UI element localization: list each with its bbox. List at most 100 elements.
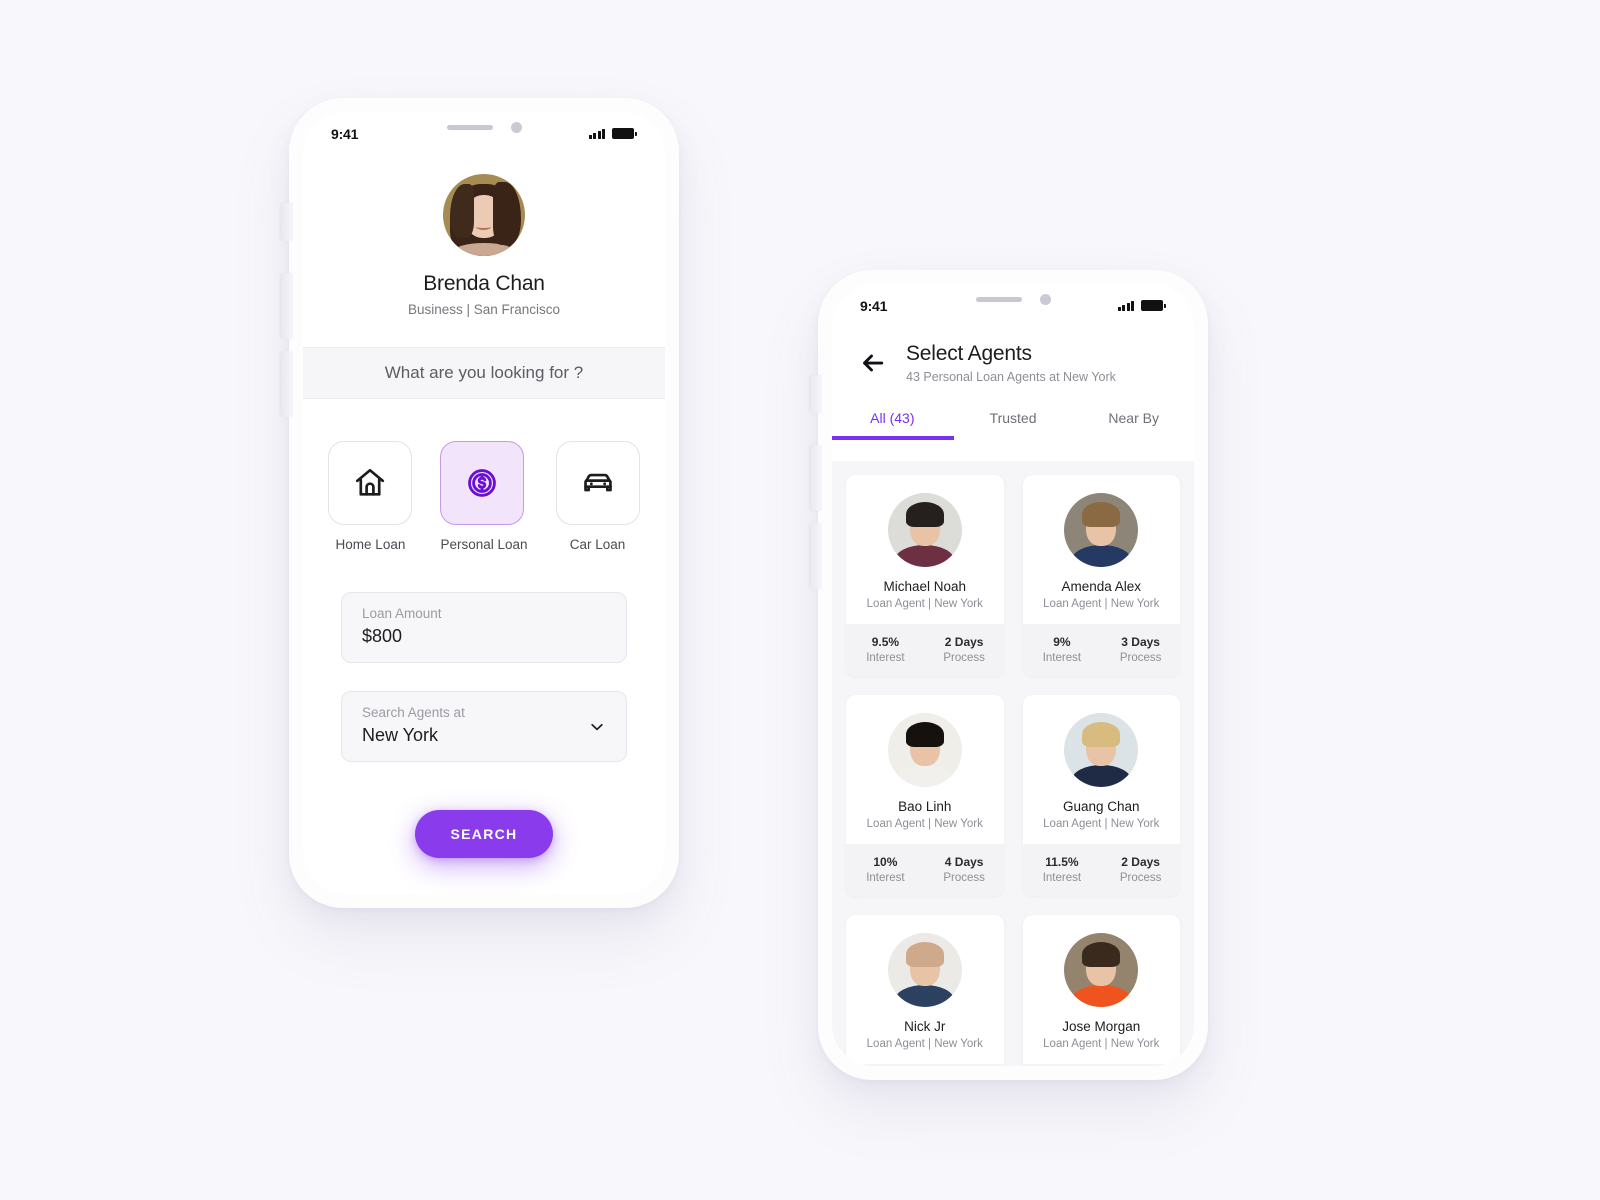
loan-type-label: Personal Loan bbox=[440, 537, 528, 552]
interest-value: 9.5% bbox=[871, 635, 900, 649]
agent-photo bbox=[887, 493, 962, 567]
agent-role: Loan Agent | New York bbox=[1043, 1038, 1160, 1050]
agent-card-body: Nick Jr Loan Agent | New York bbox=[846, 915, 1004, 1064]
agent-interest-stat: 10% Interest bbox=[846, 855, 925, 884]
agent-card[interactable]: Nick Jr Loan Agent | New York Interest P… bbox=[846, 915, 1004, 1066]
interest-value: 11.5% bbox=[1045, 855, 1079, 869]
agent-interest-stat: 11.5% Interest bbox=[1023, 855, 1102, 884]
phone-mockup-agents: 9:41 Select Agents 43 Personal Loan Agen… bbox=[810, 270, 1208, 1080]
agent-card-body: Jose Morgan Loan Agent | New York bbox=[1023, 915, 1181, 1064]
agent-name: Nick Jr bbox=[904, 1019, 946, 1034]
page-title: Select Agents bbox=[906, 342, 1032, 365]
avatar bbox=[443, 174, 525, 256]
interest-label: Interest bbox=[866, 652, 905, 664]
phone-notch bbox=[386, 112, 582, 143]
agent-role: Loan Agent | New York bbox=[866, 1038, 983, 1050]
home-icon bbox=[356, 468, 385, 496]
process-value: 2 Days bbox=[944, 635, 984, 649]
agent-card-body: Michael Noah Loan Agent | New York bbox=[846, 475, 1004, 624]
phone-mockup-search: 9:41 Brenda Chan Business | San Francisc… bbox=[281, 98, 679, 908]
search-location-field[interactable]: Search Agents at New York bbox=[341, 691, 627, 762]
agent-photo bbox=[887, 713, 962, 787]
search-location-label: Search Agents at bbox=[362, 705, 465, 720]
agent-card-body: Bao Linh Loan Agent | New York bbox=[846, 695, 1004, 844]
header-text-block: Select Agents 43 Personal Loan Agents at… bbox=[906, 342, 1116, 384]
agent-card[interactable]: Michael Noah Loan Agent | New York 9.5% … bbox=[846, 475, 1004, 676]
agent-card[interactable]: Amenda Alex Loan Agent | New York 9% Int… bbox=[1022, 475, 1181, 676]
process-label: Process bbox=[943, 872, 985, 884]
phone-screen-bezel: 9:41 Select Agents 43 Personal Loan Agen… bbox=[832, 284, 1194, 1066]
agent-role: Loan Agent | New York bbox=[866, 598, 983, 610]
interest-label: Interest bbox=[1042, 652, 1082, 664]
phone-side-button-volume-down[interactable] bbox=[281, 351, 293, 417]
loan-amount-value[interactable]: $800 bbox=[362, 626, 606, 647]
agent-card[interactable]: Jose Morgan Loan Agent | New York Intere… bbox=[1022, 915, 1181, 1066]
search-location-value[interactable]: New York bbox=[362, 725, 606, 746]
home-loan-tile[interactable] bbox=[328, 441, 413, 525]
process-label: Process bbox=[1119, 652, 1162, 664]
phone-side-button-volume-up[interactable] bbox=[281, 273, 293, 339]
agent-grid: Michael Noah Loan Agent | New York 9.5% … bbox=[846, 475, 1180, 1066]
agent-stats: 10% Interest 4 Days Process bbox=[846, 844, 1004, 896]
agent-role: Loan Agent | New York bbox=[1043, 598, 1160, 610]
front-camera-icon bbox=[1039, 294, 1051, 305]
agent-stats: Interest Process bbox=[846, 1064, 1004, 1066]
search-prompt-bar[interactable]: What are you looking for ? bbox=[303, 347, 665, 399]
loan-type-personal[interactable]: Personal Loan bbox=[440, 441, 528, 552]
loan-type-label: Car Loan bbox=[569, 537, 626, 552]
interest-value: 10% bbox=[873, 855, 898, 869]
agent-card-body: Amenda Alex Loan Agent | New York bbox=[1023, 475, 1181, 624]
agent-stats: Interest Process bbox=[1022, 1064, 1180, 1066]
loan-type-car[interactable]: Car Loan bbox=[555, 441, 640, 552]
process-label: Process bbox=[943, 652, 985, 664]
agent-process-stat: 2 Days Process bbox=[925, 635, 1004, 664]
agent-stats: 9% Interest 3 Days Process bbox=[1022, 624, 1180, 676]
agent-name: Jose Morgan bbox=[1062, 1019, 1141, 1034]
phone-side-button-volume-down[interactable] bbox=[810, 523, 822, 589]
interest-label: Interest bbox=[866, 872, 905, 884]
back-arrow-icon[interactable] bbox=[858, 348, 888, 378]
profile-section: Brenda Chan Business | San Francisco bbox=[303, 112, 665, 347]
phone-screen-bezel: 9:41 Brenda Chan Business | San Francisc… bbox=[303, 112, 665, 894]
earpiece-speaker-icon bbox=[975, 297, 1022, 302]
agent-name: Michael Noah bbox=[883, 579, 967, 594]
agent-list-scroll[interactable]: Michael Noah Loan Agent | New York 9.5% … bbox=[832, 461, 1194, 1066]
agent-stats: 9.5% Interest 2 Days Process bbox=[846, 624, 1004, 676]
agent-interest-stat: 9% Interest bbox=[1023, 635, 1102, 664]
car-loan-tile[interactable] bbox=[555, 441, 640, 525]
car-icon bbox=[583, 473, 612, 492]
search-screen: 9:41 Brenda Chan Business | San Francisc… bbox=[303, 112, 665, 894]
agent-photo bbox=[1064, 713, 1139, 787]
loan-amount-label: Loan Amount bbox=[362, 606, 442, 621]
tab-trusted[interactable]: Trusted bbox=[953, 410, 1074, 440]
agent-process-stat: 4 Days Process bbox=[925, 855, 1004, 884]
loan-amount-field[interactable]: Loan Amount $800 bbox=[341, 592, 627, 663]
process-value: 3 Days bbox=[1121, 635, 1160, 649]
chevron-down-icon[interactable] bbox=[588, 718, 606, 736]
phone-side-button-silent[interactable] bbox=[281, 203, 293, 241]
interest-label: Interest bbox=[1042, 872, 1082, 884]
page-subtitle: 43 Personal Loan Agents at New York bbox=[906, 370, 1116, 384]
loan-type-selector: Home Loan Personal Loan Car Loan bbox=[303, 441, 665, 552]
personal-loan-tile[interactable] bbox=[440, 441, 525, 525]
search-button[interactable]: SEARCH bbox=[415, 810, 553, 858]
agent-photo bbox=[1064, 933, 1139, 1007]
process-value: 2 Days bbox=[1121, 855, 1160, 869]
agent-card[interactable]: Bao Linh Loan Agent | New York 10% Inter… bbox=[846, 695, 1004, 896]
phone-notch bbox=[915, 284, 1111, 315]
agent-card-body: Guang Chan Loan Agent | New York bbox=[1023, 695, 1181, 844]
agent-name: Guang Chan bbox=[1062, 799, 1140, 814]
agent-card[interactable]: Guang Chan Loan Agent | New York 11.5% I… bbox=[1022, 695, 1181, 896]
active-tab-indicator bbox=[832, 436, 954, 440]
dollar-coin-icon bbox=[468, 469, 497, 497]
agent-role: Loan Agent | New York bbox=[866, 818, 983, 830]
phone-side-button-silent[interactable] bbox=[810, 375, 822, 413]
agent-name: Bao Linh bbox=[898, 799, 952, 814]
agent-process-stat: 3 Days Process bbox=[1101, 635, 1180, 664]
tab-nearby[interactable]: Near By bbox=[1073, 410, 1194, 440]
agent-filter-tabs: All (43) Trusted Near By bbox=[832, 410, 1194, 440]
agent-photo bbox=[1064, 493, 1139, 567]
process-value: 4 Days bbox=[944, 855, 984, 869]
phone-side-button-volume-up[interactable] bbox=[810, 445, 822, 511]
loan-type-home[interactable]: Home Loan bbox=[328, 441, 413, 552]
